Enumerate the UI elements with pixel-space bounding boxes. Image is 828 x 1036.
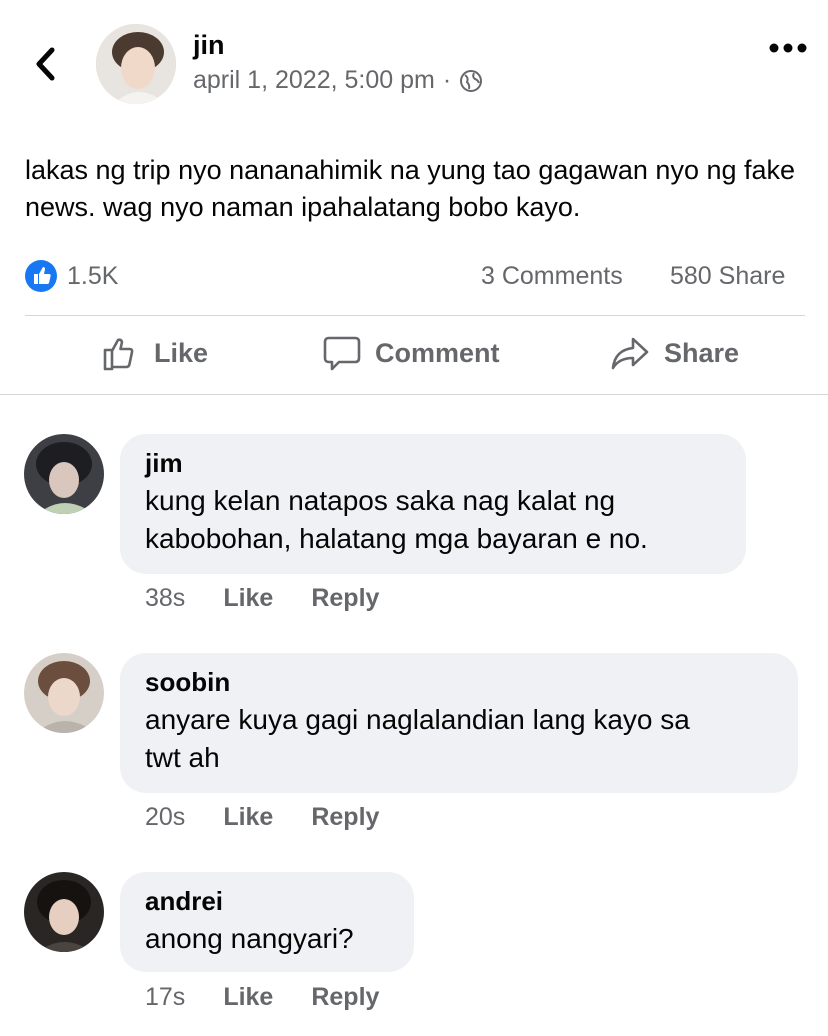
comments-count[interactable]: 3 Comments xyxy=(481,262,623,291)
more-options-button[interactable] xyxy=(768,36,808,60)
share-count[interactable]: 580 Share xyxy=(670,262,785,291)
comment-button[interactable]: Comment xyxy=(323,334,500,372)
commenter-avatar[interactable] xyxy=(24,653,104,733)
more-dots-icon xyxy=(769,43,807,53)
share-button[interactable]: Share xyxy=(610,334,739,372)
comment-text: kung kelan natapos saka nag kalat ng kab… xyxy=(145,485,648,554)
post-meta: april 1, 2022, 5:00 pm · xyxy=(193,66,483,95)
comment-bubble: soobin anyare kuya gagi naglalandian lan… xyxy=(120,653,798,793)
comment-like-button[interactable]: Like xyxy=(223,584,273,613)
comment-reply-button[interactable]: Reply xyxy=(311,983,379,1012)
share-button-label: Share xyxy=(664,337,740,368)
commenter-name[interactable]: soobin xyxy=(145,667,773,697)
post-timestamp[interactable]: april 1, 2022, 5:00 pm xyxy=(193,66,435,95)
thumbs-up-icon xyxy=(103,338,134,371)
comment-text: anong nangyari? xyxy=(145,923,354,954)
commenter-name[interactable]: andrei xyxy=(145,886,389,916)
comment-bubble: andrei anong nangyari? xyxy=(120,872,414,972)
comment-reply-button[interactable]: Reply xyxy=(311,803,379,832)
chevron-left-icon xyxy=(36,47,55,81)
comment-time: 20s xyxy=(145,803,186,831)
comment-meta: 17s Like Reply xyxy=(145,983,417,1012)
like-reaction-icon[interactable] xyxy=(25,260,57,292)
comment-text: anyare kuya gagi naglalandian lang kayo … xyxy=(145,704,690,773)
comment-button-label: Comment xyxy=(375,337,500,368)
divider xyxy=(0,394,828,395)
comment-bubble-icon xyxy=(323,336,361,371)
action-bar: Like Comment Share xyxy=(0,316,828,394)
author-name[interactable]: jin xyxy=(193,30,225,61)
commenter-avatar[interactable] xyxy=(24,872,104,952)
commenter-avatar[interactable] xyxy=(24,434,104,514)
back-button[interactable] xyxy=(30,44,66,84)
post-header: jin april 1, 2022, 5:00 pm · xyxy=(0,0,828,130)
commenter-name[interactable]: jim xyxy=(145,448,721,478)
share-arrow-icon xyxy=(611,337,649,370)
meta-separator: · xyxy=(442,66,452,94)
comment-bubble: jim kung kelan natapos saka nag kalat ng… xyxy=(120,434,746,574)
author-avatar[interactable] xyxy=(96,24,176,104)
comment-meta: 38s Like Reply xyxy=(145,584,417,613)
comment-meta: 20s Like Reply xyxy=(145,803,417,832)
globe-icon[interactable] xyxy=(459,69,483,93)
reaction-count[interactable]: 1.5K xyxy=(67,262,118,291)
comment-reply-button[interactable]: Reply xyxy=(311,584,379,613)
post-stats: 1.5K 3 Comments 580 Share xyxy=(0,254,828,298)
post-text: lakas ng trip nyo nananahimik na yung ta… xyxy=(25,155,796,222)
comment-like-button[interactable]: Like xyxy=(223,803,273,832)
comment-time: 38s xyxy=(145,584,186,612)
comment-time: 17s xyxy=(145,983,186,1011)
like-button-label: Like xyxy=(154,337,209,368)
comment-like-button[interactable]: Like xyxy=(223,983,273,1012)
like-button[interactable]: Like xyxy=(102,334,208,372)
